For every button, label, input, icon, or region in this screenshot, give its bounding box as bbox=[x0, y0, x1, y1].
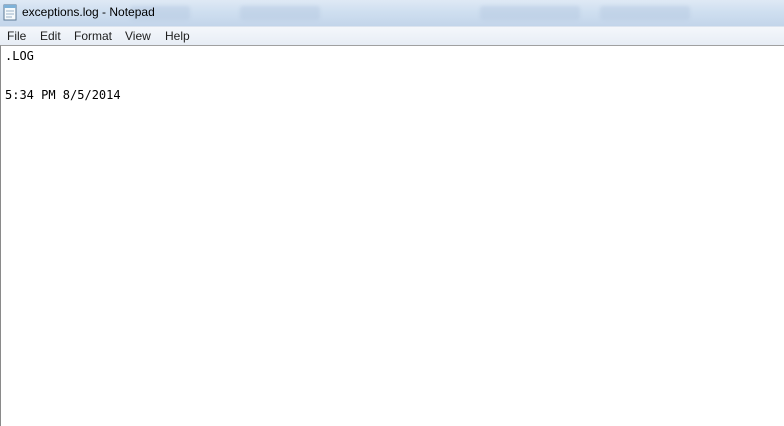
menu-help[interactable]: Help bbox=[165, 28, 190, 44]
window-title: exceptions.log - Notepad bbox=[22, 5, 155, 19]
title-bar[interactable]: exceptions.log - Notepad bbox=[0, 0, 784, 26]
blurred-background-detail bbox=[240, 6, 320, 20]
menu-view[interactable]: View bbox=[125, 28, 151, 44]
blurred-background-detail bbox=[480, 6, 580, 20]
editor-line: 5:34 PM 8/5/2014 bbox=[5, 88, 121, 102]
menu-edit[interactable]: Edit bbox=[40, 28, 61, 44]
text-editor[interactable]: .LOG 5:34 PM 8/5/2014 bbox=[0, 45, 784, 426]
notepad-icon[interactable] bbox=[3, 3, 17, 21]
editor-line: .LOG bbox=[5, 49, 34, 63]
blurred-background-detail bbox=[600, 6, 690, 20]
notepad-window: exceptions.log - Notepad File Edit Forma… bbox=[0, 0, 784, 426]
menu-format[interactable]: Format bbox=[74, 28, 112, 44]
menu-file[interactable]: File bbox=[7, 28, 26, 44]
menu-bar: File Edit Format View Help bbox=[0, 26, 784, 45]
